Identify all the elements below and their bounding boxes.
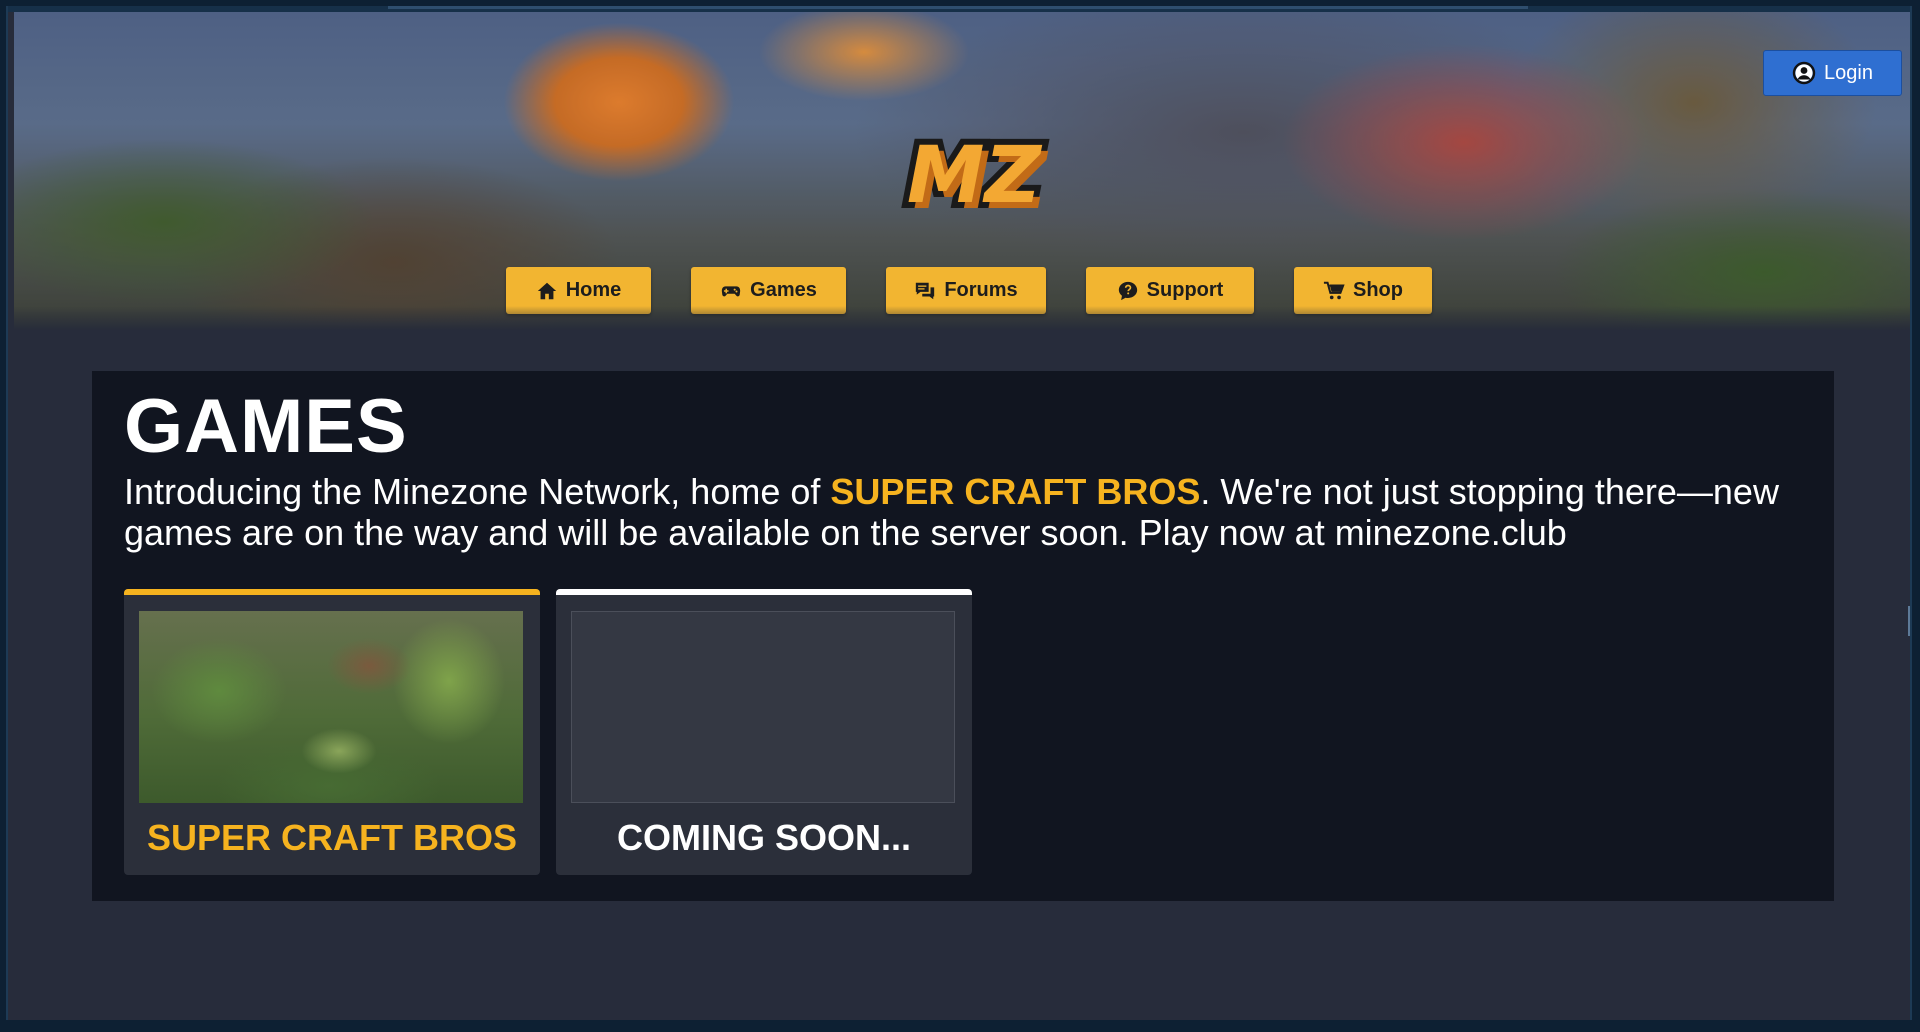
card-accent-bar <box>124 589 540 595</box>
nav-home-button[interactable]: Home <box>506 267 651 314</box>
game-card-coming-soon[interactable]: COMING SOON... <box>556 589 972 875</box>
page-title: GAMES <box>124 384 408 469</box>
nav-games-button[interactable]: Games <box>691 267 846 314</box>
svg-text:MZ: MZ <box>907 131 1043 221</box>
login-button[interactable]: Login <box>1763 50 1902 96</box>
nav-games-label: Games <box>750 279 817 301</box>
cart-icon <box>1323 281 1345 299</box>
game-card-super-craft-bros[interactable]: SUPER CRAFT BROS <box>124 589 540 875</box>
login-label: Login <box>1824 61 1873 84</box>
games-panel: GAMES Introducing the Minezone Network, … <box>92 371 1834 901</box>
game-thumbnail-placeholder <box>571 611 955 803</box>
nav-forums-button[interactable]: Forums <box>886 267 1046 314</box>
home-icon <box>537 282 556 299</box>
intro-prefix: Introducing the Minezone Network, home o… <box>124 471 831 512</box>
chat-icon <box>916 282 935 299</box>
intro-text: Introducing the Minezone Network, home o… <box>124 471 1814 553</box>
gamepad-icon <box>721 285 741 296</box>
nav-shop-label: Shop <box>1353 279 1403 301</box>
scrollbar-indicator[interactable] <box>1908 606 1910 636</box>
nav-forums-label: Forums <box>944 279 1018 301</box>
nav-home-label: Home <box>565 279 622 301</box>
game-thumbnail <box>139 611 523 803</box>
user-circle-icon <box>1792 61 1816 85</box>
intro-highlight: SUPER CRAFT BROS <box>830 471 1201 512</box>
card-accent-bar <box>556 589 972 595</box>
nav-shop-button[interactable]: Shop <box>1294 267 1432 314</box>
nav-support-label: Support <box>1146 279 1224 301</box>
question-bubble-icon <box>1118 281 1137 300</box>
game-card-title: COMING SOON... <box>616 817 911 858</box>
browser-window: MZ MZ MZ Login Home Games Forums Support… <box>6 6 1912 1020</box>
hero-banner: MZ MZ MZ Login Home Games Forums Support… <box>14 12 1910 330</box>
nav-support-button[interactable]: Support <box>1086 267 1254 314</box>
minezone-logo[interactable]: MZ MZ MZ <box>874 130 1074 230</box>
game-card-title: SUPER CRAFT BROS <box>146 817 518 858</box>
